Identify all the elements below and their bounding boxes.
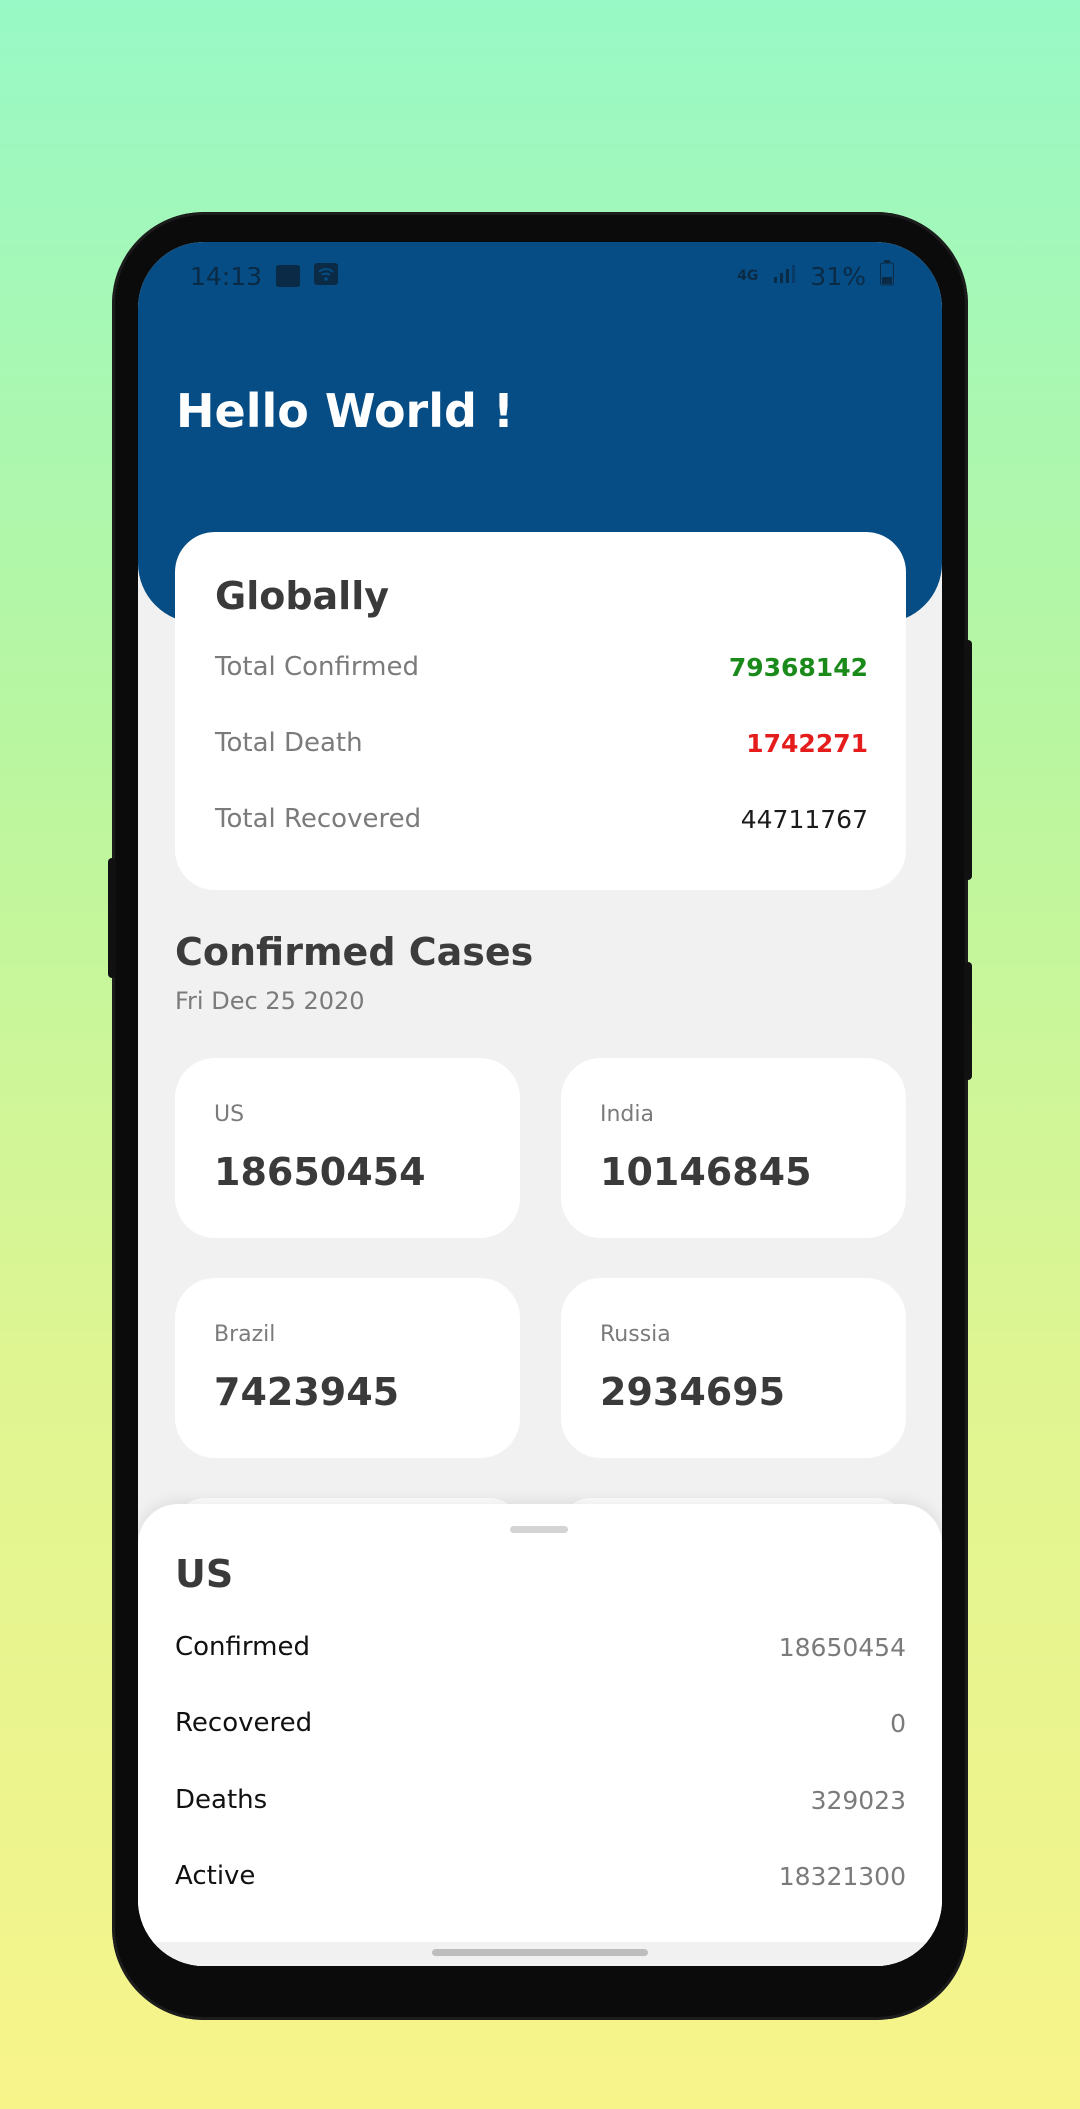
phone-side-button bbox=[964, 962, 972, 1080]
total-recovered-row: Total Recovered 44711767 bbox=[215, 804, 868, 834]
detail-label: Deaths bbox=[175, 1785, 268, 1815]
country-card-us[interactable]: US 18650454 bbox=[175, 1058, 520, 1238]
detail-value: 18321300 bbox=[778, 1861, 906, 1891]
wifi-icon bbox=[314, 262, 339, 291]
country-name: Brazil bbox=[214, 1322, 276, 1347]
country-card-brazil[interactable]: Brazil 7423945 bbox=[175, 1278, 520, 1458]
total-death-label: Total Death bbox=[215, 728, 363, 758]
country-name: Russia bbox=[600, 1322, 671, 1347]
network-type: 4G bbox=[737, 268, 759, 284]
phone-volume-button bbox=[108, 858, 116, 978]
app-screen: 14:13 4G 31% Hello World ! Globally Tota… bbox=[138, 242, 942, 1966]
total-confirmed-value: 79368142 bbox=[728, 652, 868, 682]
total-death-row: Total Death 1742271 bbox=[215, 728, 868, 758]
total-confirmed-label: Total Confirmed bbox=[215, 652, 419, 682]
global-title: Globally bbox=[215, 574, 389, 618]
country-value: 10146845 bbox=[600, 1150, 812, 1194]
sheet-drag-handle[interactable] bbox=[510, 1526, 568, 1533]
country-value: 2934695 bbox=[600, 1370, 786, 1414]
total-recovered-value: 44711767 bbox=[740, 804, 868, 834]
detail-value: 0 bbox=[890, 1708, 906, 1738]
detail-row-active: Active 18321300 bbox=[175, 1861, 906, 1891]
total-death-value: 1742271 bbox=[746, 728, 868, 758]
total-confirmed-row: Total Confirmed 79368142 bbox=[215, 652, 868, 682]
detail-row-deaths: Deaths 329023 bbox=[175, 1785, 906, 1815]
signal-icon bbox=[772, 262, 796, 291]
total-recovered-label: Total Recovered bbox=[215, 804, 422, 834]
sheet-country-title: US bbox=[175, 1552, 234, 1596]
country-card-india[interactable]: India 10146845 bbox=[561, 1058, 906, 1238]
detail-value: 329023 bbox=[810, 1785, 906, 1815]
status-bar: 14:13 4G 31% bbox=[190, 256, 894, 296]
country-value: 18650454 bbox=[214, 1150, 426, 1194]
detail-row-confirmed: Confirmed 18650454 bbox=[175, 1632, 906, 1662]
global-stats-card: Globally Total Confirmed 79368142 Total … bbox=[175, 532, 906, 890]
country-name: India bbox=[600, 1102, 654, 1127]
status-time: 14:13 bbox=[190, 261, 263, 291]
country-name: US bbox=[214, 1102, 245, 1127]
battery-icon bbox=[880, 260, 894, 292]
detail-value: 18650454 bbox=[778, 1632, 906, 1662]
country-card-russia[interactable]: Russia 2934695 bbox=[561, 1278, 906, 1458]
battery-level: 31% bbox=[810, 261, 866, 291]
country-detail-sheet[interactable]: US Confirmed 18650454 Recovered 0 Deaths… bbox=[138, 1504, 942, 1966]
detail-label: Recovered bbox=[175, 1708, 313, 1738]
detail-label: Confirmed bbox=[175, 1632, 310, 1662]
confirmed-cases-date: Fri Dec 25 2020 bbox=[175, 987, 365, 1015]
home-indicator[interactable] bbox=[432, 1949, 648, 1956]
detail-label: Active bbox=[175, 1861, 256, 1891]
image-icon bbox=[276, 265, 301, 287]
greeting-title: Hello World ! bbox=[176, 384, 514, 438]
confirmed-cases-title: Confirmed Cases bbox=[175, 930, 534, 974]
country-value: 7423945 bbox=[214, 1370, 400, 1414]
detail-row-recovered: Recovered 0 bbox=[175, 1708, 906, 1738]
phone-power-button bbox=[964, 640, 972, 880]
